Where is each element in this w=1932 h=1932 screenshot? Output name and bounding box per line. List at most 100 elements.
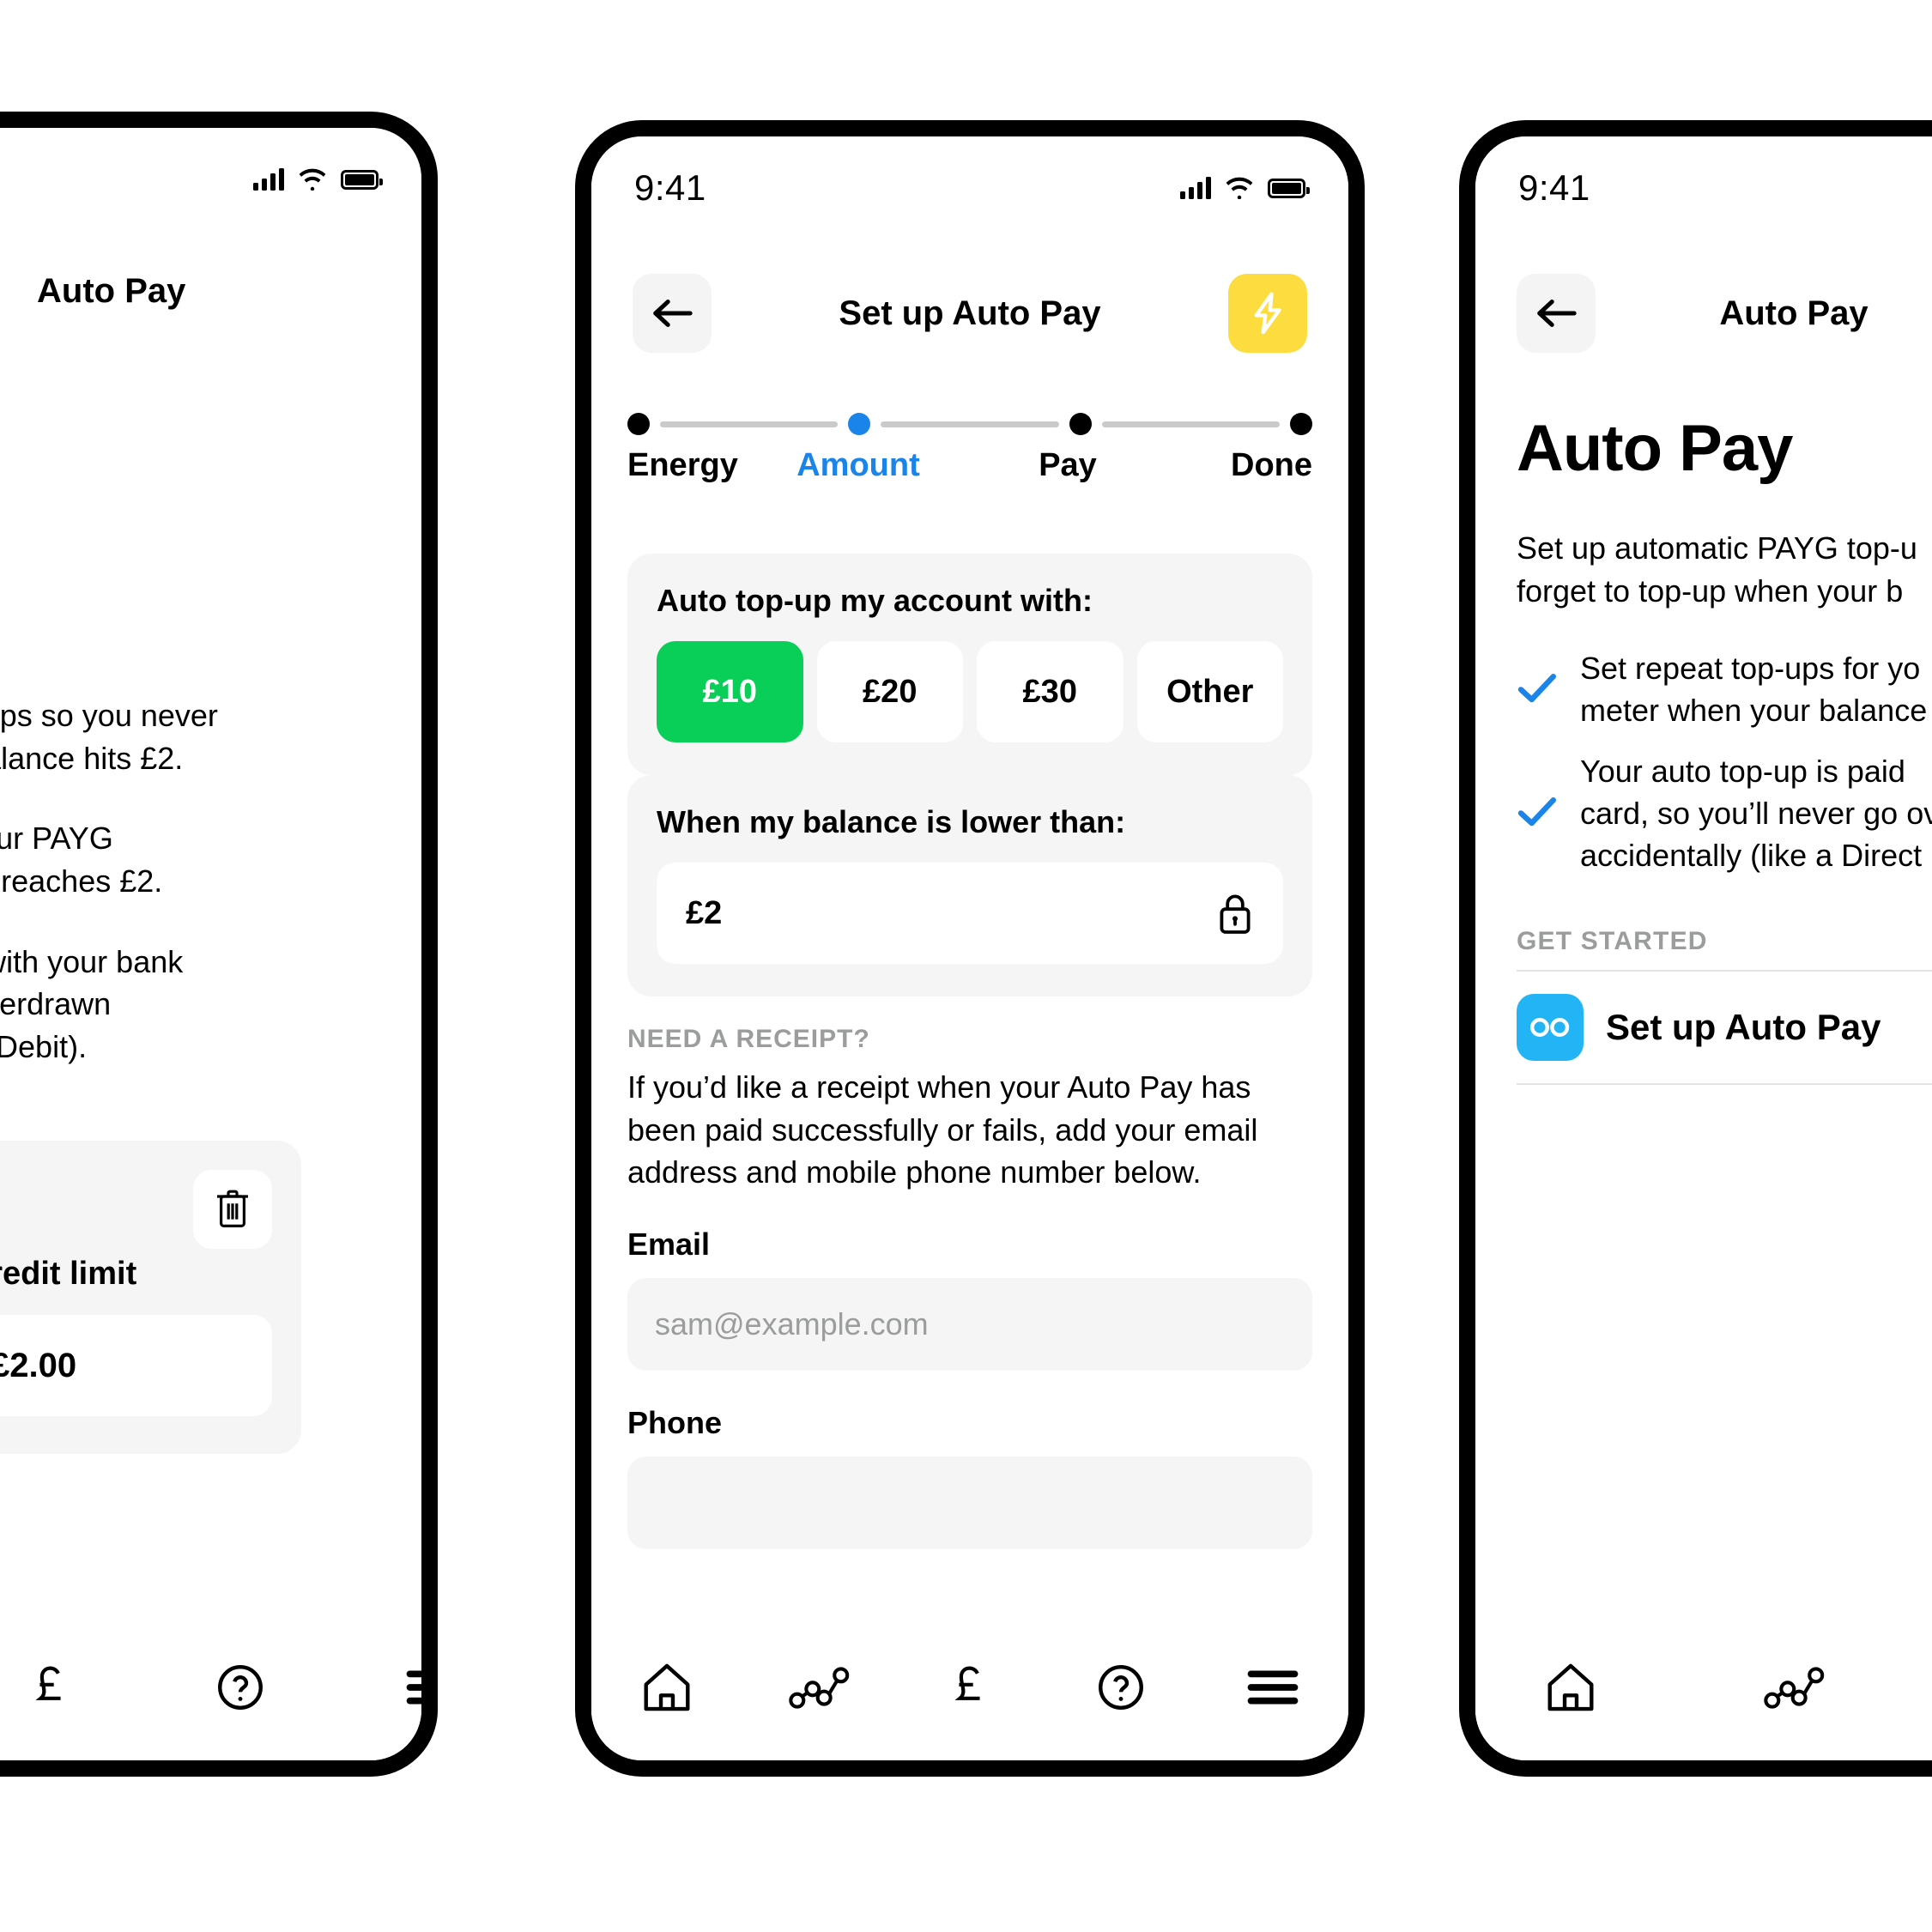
section-label-get-started: GET STARTED — [1517, 927, 1708, 956]
benefit-1-line-1: Set repeat top-ups for yo — [1580, 651, 1921, 687]
credit-limit-value[interactable]: £2.00 — [0, 1315, 272, 1416]
benefit-item-1: Set repeat top-ups for yo meter when you… — [1517, 648, 1932, 732]
amount-chip-other[interactable]: Other — [1136, 641, 1283, 742]
signal-bars-icon — [253, 168, 284, 191]
page-title-left: Auto Pay — [37, 272, 186, 310]
left-body-text: c PAYG top-ups so you never when your ba… — [0, 694, 421, 1069]
bottom-tab-bar-middle — [591, 1614, 1348, 1760]
step-label-done: Done — [1231, 447, 1312, 483]
check-icon — [1517, 672, 1558, 709]
stepper-track — [627, 413, 1312, 435]
wifi-icon — [299, 168, 326, 191]
benefit-2-line-1: Your auto top-up is paid — [1580, 754, 1905, 790]
bullet-2-line-1: p-up is paid with your bank — [0, 943, 184, 979]
step-label-pay: Pay — [1039, 447, 1097, 483]
stepper-labels: Energy Amount Pay Done — [627, 447, 1312, 484]
check-icon — [1517, 796, 1558, 833]
phone-label: Phone — [627, 1405, 723, 1441]
tab-usage[interactable] — [1747, 1640, 1841, 1735]
pound-icon — [954, 1666, 980, 1700]
nav-bar-right: Auto Pay — [1475, 274, 1932, 353]
phone-input[interactable] — [627, 1457, 1312, 1550]
amount-chip-30[interactable]: £30 — [977, 641, 1123, 742]
signal-bars-icon — [1180, 177, 1211, 199]
status-time: 9:41 — [1518, 167, 1590, 208]
home-icon — [1547, 1663, 1594, 1711]
tab-usage[interactable] — [772, 1640, 866, 1735]
tab-home[interactable] — [1523, 1640, 1618, 1735]
lightning-bolt-icon — [1254, 292, 1281, 335]
body-line-1: c PAYG top-ups so you never — [0, 698, 218, 733]
status-bar-middle: 9:41 — [591, 166, 1348, 210]
tab-pay[interactable] — [25, 1640, 76, 1735]
email-input[interactable]: sam@example.com — [627, 1278, 1312, 1372]
infinity-icon — [1517, 994, 1584, 1062]
tab-menu[interactable] — [404, 1640, 421, 1735]
phone-mockup-right: 9:41 Auto Pay Auto Pay Set up automatic … — [1459, 120, 1932, 1777]
threshold-field[interactable]: £2 — [657, 863, 1283, 964]
delete-button[interactable] — [193, 1170, 272, 1249]
tab-pay[interactable] — [923, 1640, 1017, 1735]
threshold-value: £2 — [686, 894, 723, 931]
step-dot-done[interactable] — [1289, 413, 1312, 435]
boost-button[interactable] — [1228, 274, 1307, 353]
step-line-1 — [660, 421, 839, 427]
list-item-set-up-auto-pay[interactable]: Set up Auto Pay — [1517, 970, 1932, 1086]
bullet-2-line-2: ll never go overdrawn — [0, 986, 112, 1022]
tab-home[interactable] — [620, 1640, 714, 1735]
step-dot-amount[interactable] — [848, 413, 871, 435]
menu-icon — [406, 1670, 421, 1705]
wifi-icon — [1226, 177, 1253, 199]
email-label: Email — [627, 1226, 711, 1263]
benefit-text-1: Set repeat top-ups for yo meter when you… — [1580, 648, 1927, 732]
benefit-2-line-2: card, so you’ll never go ov — [1580, 796, 1932, 832]
amount-card: Auto top-up my account with: £10 £20 £30… — [627, 554, 1312, 775]
intro-line-2: forget to top-up when your b — [1517, 572, 1904, 609]
pound-icon — [35, 1666, 61, 1700]
help-icon — [1099, 1665, 1144, 1710]
nav-title: Auto Pay — [1719, 294, 1868, 332]
progress-stepper: Energy Amount Pay Done — [591, 413, 1348, 484]
amount-card-title: Auto top-up my account with: — [657, 583, 1093, 618]
bullet-1-line-2: your balance reaches £2. — [0, 863, 163, 899]
phone-right-screen: 9:41 Auto Pay Auto Pay Set up automatic … — [1475, 136, 1932, 1760]
home-icon — [644, 1663, 690, 1711]
back-arrow-icon — [1537, 300, 1577, 327]
screenshot-canvas: Auto Pay c PAYG top-ups so you never whe… — [0, 0, 1932, 1932]
bullet-1-line-1: op-ups for your PAYG — [0, 821, 113, 857]
status-bar — [0, 157, 421, 202]
threshold-card: When my balance is lower than: £2 — [627, 775, 1312, 996]
benefit-1-line-2: meter when your balance — [1580, 693, 1928, 729]
nav-bar-middle: Set up Auto Pay — [591, 274, 1348, 353]
page-title: Auto Pay — [1517, 412, 1793, 485]
benefit-item-2: Your auto top-up is paid card, so you’ll… — [1517, 751, 1932, 877]
tab-help[interactable] — [1074, 1640, 1168, 1735]
amount-chip-10[interactable]: £10 — [657, 641, 803, 742]
status-icons — [253, 168, 383, 191]
step-dot-energy[interactable] — [627, 413, 650, 435]
bottom-tab-bar-left — [0, 1614, 421, 1760]
receipt-section: NEED A RECEIPT? If you’d like a receipt … — [627, 1025, 1312, 1550]
back-button[interactable] — [1517, 274, 1596, 353]
step-dot-pay[interactable] — [1069, 413, 1092, 435]
nav-title: Set up Auto Pay — [839, 294, 1101, 332]
intro-line-1: Set up automatic PAYG top-u — [1517, 530, 1917, 566]
step-line-2 — [881, 421, 1059, 427]
receipt-eyebrow: NEED A RECEIPT? — [627, 1025, 870, 1053]
credit-limit-card: Credit limit £2.00 — [0, 1141, 301, 1454]
right-content: Auto Pay Set up automatic PAYG top-u for… — [1517, 411, 1932, 1086]
amount-chip-20[interactable]: £20 — [816, 641, 963, 742]
amount-chip-group: £10 £20 £30 Other — [657, 641, 1283, 742]
back-button[interactable] — [633, 274, 712, 353]
battery-icon — [1268, 178, 1310, 198]
phone-mockup-left: Auto Pay c PAYG top-ups so you never whe… — [0, 112, 438, 1777]
bottom-tab-bar-right — [1475, 1614, 1932, 1760]
list-item-label: Set up Auto Pay — [1606, 1007, 1881, 1048]
benefit-text-2: Your auto top-up is paid card, so you’ll… — [1580, 751, 1932, 877]
tab-help[interactable] — [214, 1640, 267, 1735]
tab-menu[interactable] — [1226, 1640, 1320, 1735]
help-icon — [218, 1665, 263, 1710]
usage-graph-icon — [788, 1667, 849, 1709]
usage-graph-icon — [1764, 1667, 1825, 1709]
intro-text: Set up automatic PAYG top-u forget to to… — [1517, 527, 1932, 612]
